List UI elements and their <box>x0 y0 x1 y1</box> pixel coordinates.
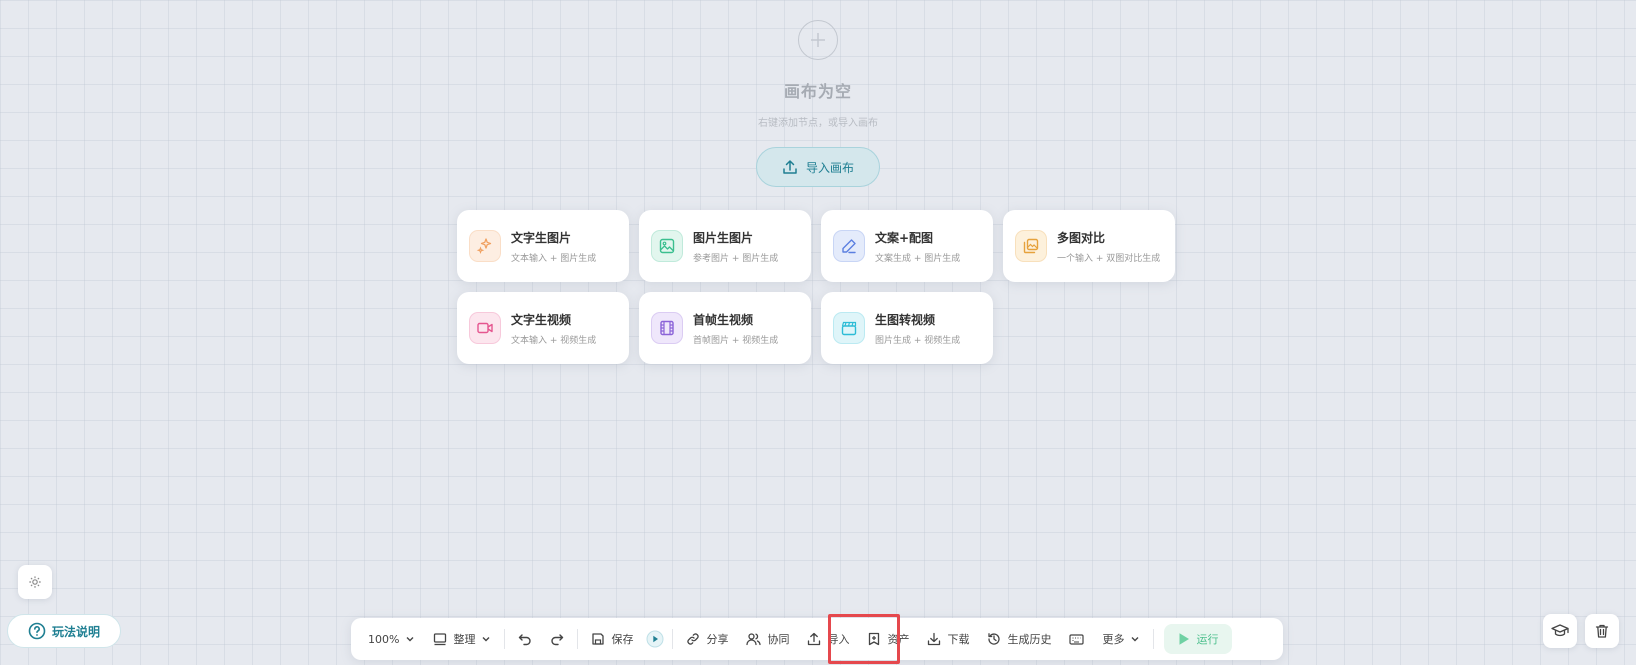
zoom-value: 100% <box>368 632 400 646</box>
empty-title: 画布为空 <box>783 82 852 101</box>
redo-button[interactable] <box>541 624 573 654</box>
settings-button[interactable] <box>18 565 52 599</box>
more-label: 更多 <box>1102 633 1125 646</box>
link-icon <box>687 633 700 645</box>
film-icon <box>651 312 683 344</box>
chevron-down-icon <box>482 637 490 642</box>
template-card[interactable]: 文字生图片 文本输入 + 图片生成 <box>457 210 629 282</box>
zoom-dropdown[interactable]: 100% <box>359 624 424 654</box>
add-node-icon[interactable] <box>798 20 838 60</box>
video-icon <box>469 312 501 344</box>
clear-canvas-button[interactable] <box>1585 614 1619 648</box>
question-icon <box>28 622 46 640</box>
download-label: 下载 <box>947 633 970 646</box>
template-card[interactable]: 图片生图片 参考图片 + 图片生成 <box>639 210 811 282</box>
graduation-cap-icon <box>1551 624 1569 637</box>
save-label: 保存 <box>611 633 634 646</box>
save-button[interactable]: 保存 <box>582 624 642 654</box>
card-title: 多图对比 <box>1057 230 1106 245</box>
template-card[interactable]: 文字生视频 文本输入 + 视频生成 <box>457 292 629 364</box>
card-description: 文案生成 + 图片生成 <box>875 253 961 264</box>
card-description: 文本输入 + 图片生成 <box>511 253 597 264</box>
gallery-icon <box>1015 230 1047 262</box>
history-button[interactable]: 生成历史 <box>978 624 1060 654</box>
card-description: 参考图片 + 图片生成 <box>693 253 779 264</box>
collab-label: 协同 <box>767 633 790 646</box>
import-label: 导入 <box>827 633 850 646</box>
upload-icon <box>808 632 821 646</box>
collab-button[interactable]: 协同 <box>737 624 798 654</box>
template-card[interactable]: 多图对比 一个输入 + 双图对比生成 <box>1003 210 1175 282</box>
card-description: 图片生成 + 视频生成 <box>875 335 961 346</box>
share-button[interactable]: 分享 <box>677 624 737 654</box>
undo-button[interactable] <box>509 624 541 654</box>
bottom-toolbar: 100% 整理 保存 分享 协同 导入 资产 下载 生成历史 更多 运行 <box>351 614 1283 664</box>
card-description: 首帧图片 + 视频生成 <box>693 335 779 346</box>
template-card[interactable]: 生图转视频 图片生成 + 视频生成 <box>821 292 993 364</box>
tutorial-button[interactable] <box>1543 614 1577 648</box>
template-cards: 文字生图片 文本输入 + 图片生成 图片生图片 参考图片 + 图片生成 文案+配… <box>457 210 1179 364</box>
arrange-dropdown[interactable]: 整理 <box>424 624 500 654</box>
share-label: 分享 <box>706 633 729 646</box>
card-title: 首帧生视频 <box>693 312 754 327</box>
run-button[interactable]: 运行 <box>1164 624 1233 654</box>
empty-canvas-state: 画布为空 右键添加节点，或导入画布 导入画布 <box>0 20 1636 187</box>
card-title: 文字生视频 <box>511 312 572 327</box>
keyboard-icon <box>1069 633 1085 645</box>
gear-icon <box>29 576 41 588</box>
chevron-down-icon <box>1131 637 1139 642</box>
trash-icon <box>1595 624 1609 638</box>
download-button[interactable]: 下载 <box>918 624 978 654</box>
bookmark-add-icon <box>869 632 880 646</box>
pen-icon <box>833 230 865 262</box>
shortcuts-button[interactable] <box>1060 624 1093 654</box>
clapper-icon <box>833 312 865 344</box>
import-button[interactable]: 导入 <box>798 624 858 654</box>
card-title: 文字生图片 <box>511 230 572 245</box>
undo-icon <box>519 634 532 646</box>
card-description: 文本输入 + 视频生成 <box>511 335 597 346</box>
card-title: 图片生图片 <box>693 230 754 245</box>
card-title: 文案+配图 <box>875 230 934 245</box>
assets-label: 资产 <box>887 633 910 646</box>
run-label: 运行 <box>1196 633 1219 646</box>
empty-subtitle: 右键添加节点，或导入画布 <box>758 118 878 129</box>
help-button[interactable]: 玩法说明 <box>7 614 121 648</box>
play-icon <box>1179 633 1190 645</box>
image-icon <box>651 230 683 262</box>
help-label: 玩法说明 <box>51 624 100 639</box>
template-card[interactable]: 文案+配图 文案生成 + 图片生成 <box>821 210 993 282</box>
toolbar-divider <box>577 629 579 649</box>
layout-icon <box>434 633 447 646</box>
toolbar-divider <box>1153 629 1155 649</box>
more-dropdown[interactable]: 更多 <box>1093 624 1149 654</box>
redo-icon <box>551 634 564 646</box>
history-icon <box>988 633 1001 645</box>
autosave-toggle[interactable] <box>642 624 668 654</box>
download-icon <box>928 632 941 646</box>
users-icon <box>746 633 762 646</box>
import-canvas-button[interactable]: 导入画布 <box>756 147 880 187</box>
assets-button[interactable]: 资产 <box>858 624 918 654</box>
card-title: 生图转视频 <box>875 312 936 327</box>
card-description: 一个输入 + 双图对比生成 <box>1057 253 1161 264</box>
history-label: 生成历史 <box>1007 633 1052 646</box>
toolbar-divider <box>504 629 506 649</box>
chevron-down-icon <box>406 637 414 642</box>
import-canvas-label: 导入画布 <box>805 160 854 175</box>
save-icon <box>592 633 605 645</box>
template-card[interactable]: 首帧生视频 首帧图片 + 视频生成 <box>639 292 811 364</box>
sparkle-icon <box>469 230 501 262</box>
toolbar-divider <box>672 629 674 649</box>
upload-icon <box>783 160 797 174</box>
play-circle-icon <box>646 630 664 648</box>
arrange-label: 整理 <box>453 633 476 646</box>
